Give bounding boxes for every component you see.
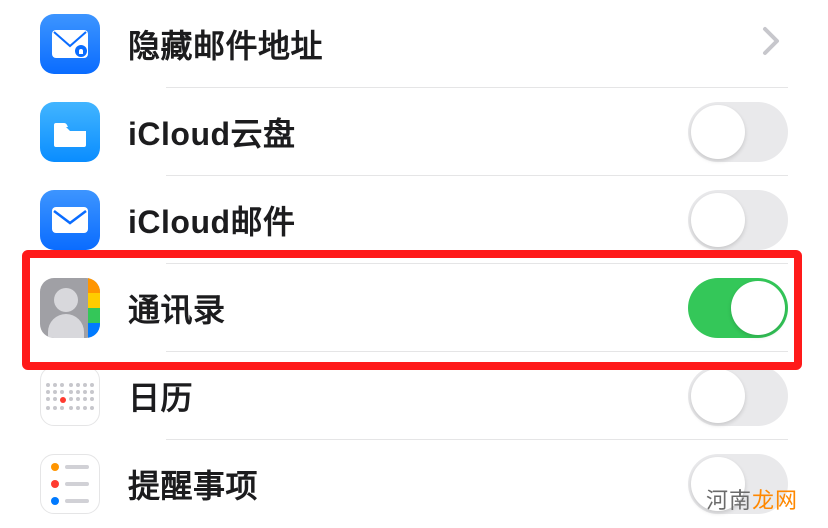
row-label: 通讯录 (128, 285, 688, 331)
row-contacts[interactable]: 通讯录 (40, 264, 788, 352)
contacts-icon (40, 278, 100, 338)
row-hide-my-email[interactable]: 隐藏邮件地址 (40, 0, 788, 88)
icloud-drive-icon (40, 102, 100, 162)
row-label: 日历 (128, 373, 688, 419)
row-calendar[interactable]: 日历 (40, 352, 788, 440)
row-icloud-mail[interactable]: iCloud邮件 (40, 176, 788, 264)
toggle-icloud-drive[interactable] (688, 102, 788, 162)
toggle-icloud-mail[interactable] (688, 190, 788, 250)
calendar-icon (40, 366, 100, 426)
toggle-contacts[interactable] (688, 278, 788, 338)
toggle-calendar[interactable] (688, 366, 788, 426)
row-icloud-drive[interactable]: iCloud云盘 (40, 88, 788, 176)
watermark: 河南龙网 (706, 483, 798, 515)
row-label: 隐藏邮件地址 (128, 21, 762, 67)
mail-icon (40, 190, 100, 250)
chevron-right-icon (762, 23, 780, 65)
row-label: 提醒事项 (128, 461, 688, 507)
row-reminders[interactable]: 提醒事项 (40, 440, 788, 528)
hide-my-email-icon (40, 14, 100, 74)
row-label: iCloud邮件 (128, 197, 688, 243)
row-label: iCloud云盘 (128, 109, 688, 155)
icloud-settings-list: 隐藏邮件地址 iCloud云盘 (0, 0, 828, 528)
reminders-icon (40, 454, 100, 514)
